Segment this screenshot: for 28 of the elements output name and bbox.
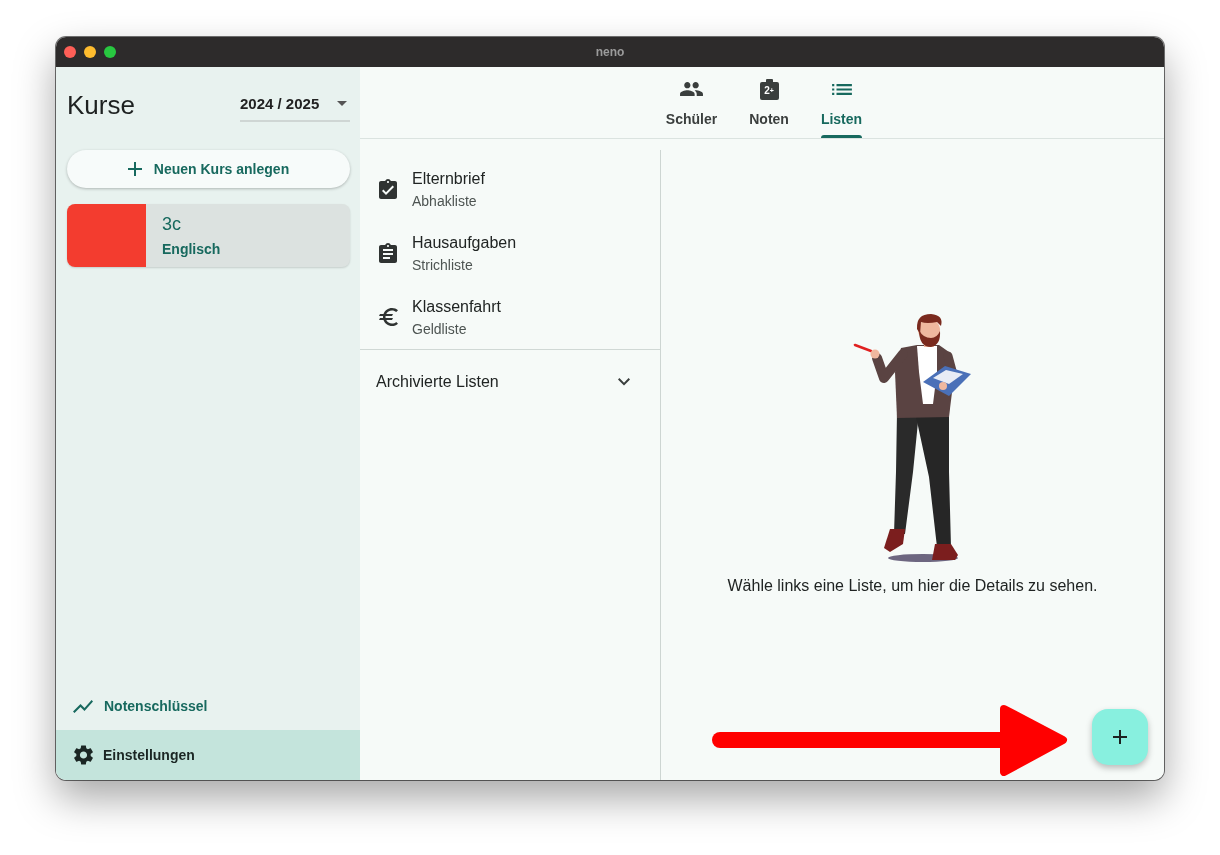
list-item[interactable]: Elternbrief Abhakliste [360, 157, 660, 221]
plus-icon [1113, 730, 1127, 744]
settings-icon [74, 745, 93, 765]
clipboard-icon [379, 243, 397, 263]
window-title: neno [595, 45, 625, 59]
euro-icon [378, 308, 398, 326]
sidebar-title: Kurse [67, 88, 135, 122]
chart-line-icon [73, 699, 93, 713]
list-item[interactable]: Hausaufgaben Strichliste [360, 221, 660, 285]
archived-lists-toggle[interactable]: Archivierte Listen [360, 350, 660, 414]
school-year-dropdown[interactable]: 2024 / 2025 [240, 87, 350, 122]
tab[interactable]: Schüler [649, 67, 734, 138]
empty-state-message: Wähle links eine Liste, um hier die Details zu sehen. [727, 576, 1098, 596]
list-icon [831, 83, 852, 95]
clipboard-check-icon [379, 179, 397, 199]
plus-icon [127, 162, 142, 176]
tab[interactable]: Listen [804, 67, 879, 138]
course-card[interactable]: 3c Englisch [67, 204, 350, 267]
grading-key-button[interactable]: Notenschlüssel [56, 690, 360, 722]
list-item[interactable]: Klassenfahrt Geldliste [360, 285, 660, 349]
chevron-down-icon [618, 378, 630, 386]
close-window-button[interactable] [64, 46, 76, 58]
new-course-button[interactable]: Neuen Kurs anlegen [67, 150, 350, 188]
people-icon [680, 81, 704, 97]
minimize-window-button[interactable] [84, 46, 96, 58]
settings-button[interactable]: Einstellungen [56, 730, 360, 780]
zoom-window-button[interactable] [104, 46, 116, 58]
caret-icon [337, 101, 347, 106]
